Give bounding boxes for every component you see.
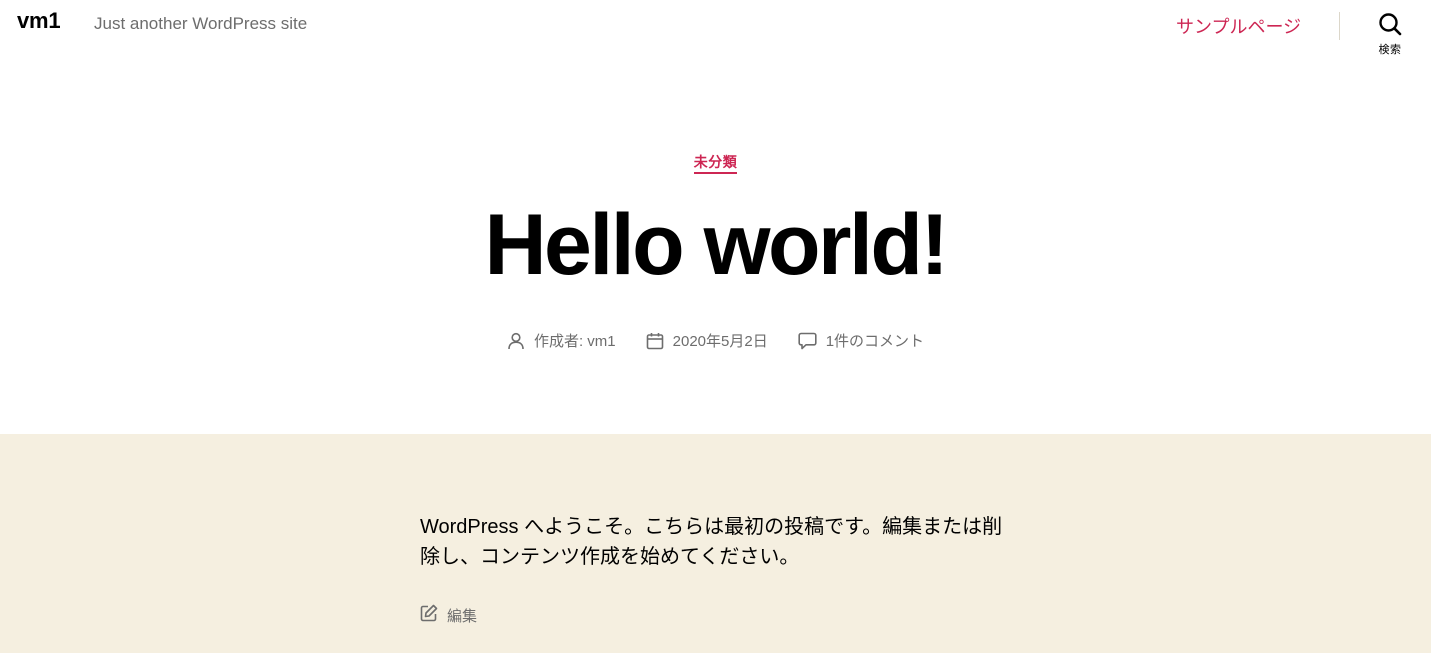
search-toggle-button[interactable]: 検索 <box>1366 12 1414 62</box>
edit-label: 編集 <box>447 607 478 625</box>
post-content-area: WordPress へようこそ。こちらは最初の投稿です。編集または削除し、コンテ… <box>0 434 1431 653</box>
post-title: Hello world! <box>484 197 949 293</box>
post-content: WordPress へようこそ。こちらは最初の投稿です。編集または削除し、コンテ… <box>420 516 1003 568</box>
calendar-icon <box>646 332 664 350</box>
site-title[interactable]: vm1 <box>17 8 61 34</box>
edit-icon <box>420 604 438 626</box>
site-header: vm1 Just another WordPress site サンプルページ … <box>0 0 1431 70</box>
post-category: 未分類 <box>0 152 1431 174</box>
post-date-link[interactable]: 2020年5月2日 <box>673 330 768 351</box>
post-meta: 作成者: vm1 2020年5月2日 1件のコメント <box>0 330 1431 351</box>
user-icon <box>507 332 525 350</box>
nav-divider <box>1339 12 1340 40</box>
site-description: Just another WordPress site <box>94 14 308 33</box>
post-author: 作成者: vm1 <box>507 330 616 351</box>
nav-item-sample-page[interactable]: サンプルページ <box>1176 13 1301 39</box>
post-author-link[interactable]: 作成者: vm1 <box>534 330 616 351</box>
comment-icon <box>798 332 817 350</box>
edit-post-link[interactable]: 編集 <box>420 604 477 626</box>
search-label: 検索 <box>1378 43 1402 56</box>
category-link[interactable]: 未分類 <box>693 155 738 174</box>
post-comments: 1件のコメント <box>798 330 924 351</box>
post-date: 2020年5月2日 <box>646 330 768 351</box>
search-icon <box>1366 12 1414 36</box>
post-comments-link[interactable]: 1件のコメント <box>826 330 924 351</box>
